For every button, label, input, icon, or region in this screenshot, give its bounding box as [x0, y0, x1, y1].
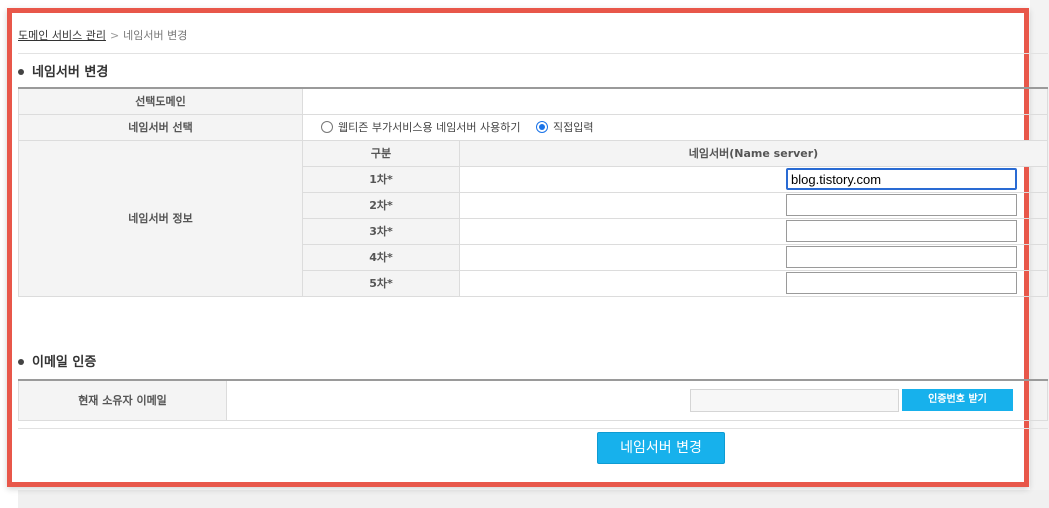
nameserver-row-input-cell: [459, 217, 1048, 245]
email-auth-table: 현재 소유자 이메일 인증번호 받기: [18, 379, 1048, 421]
nameserver-row-label: 2차*: [302, 191, 460, 219]
radio-direct-input[interactable]: 직접입력: [536, 119, 594, 135]
radio-webtizen-nameserver[interactable]: 웹티즌 부가서비스용 네임서버 사용하기: [321, 119, 521, 135]
divider: [18, 428, 1048, 429]
owner-email-label: 현재 소유자 이메일: [18, 379, 227, 421]
nameserver-row-label: 5차*: [302, 269, 460, 297]
page-background-bottom: [18, 490, 1049, 508]
radio-checked-icon[interactable]: [536, 120, 549, 133]
nameserver-row-input-cell: [459, 191, 1048, 219]
nameserver-info-label: 네임서버 정보: [18, 139, 303, 297]
column-header-nameserver: 네임서버(Name server): [459, 139, 1048, 167]
breadcrumb: 도메인 서비스 관리 > 네임서버 변경: [18, 27, 187, 43]
column-header-category: 구분: [302, 139, 460, 167]
nameserver-2-input[interactable]: [786, 194, 1017, 216]
nameserver-row-input-cell: [459, 243, 1048, 271]
nameserver-row-label: 1차*: [302, 165, 460, 193]
domain-label: 선택도메인: [18, 87, 303, 115]
nameserver-3-input[interactable]: [786, 220, 1017, 242]
breadcrumb-separator: >: [109, 29, 120, 42]
breadcrumb-parent-link[interactable]: 도메인 서비스 관리: [18, 29, 106, 42]
nameserver-row-input-cell: blog.tistory.com: [459, 165, 1048, 193]
nameserver-5-input[interactable]: [786, 272, 1017, 294]
breadcrumb-current: 네임서버 변경: [123, 29, 188, 42]
owner-email-cell: 인증번호 받기: [226, 379, 1048, 421]
radio-circle-icon[interactable]: [321, 120, 333, 133]
nameserver-row-input-cell: [459, 269, 1048, 297]
nameserver-row-label: 4차*: [302, 243, 460, 271]
owner-email-input[interactable]: [690, 388, 899, 412]
nameserver-4-input[interactable]: [786, 246, 1017, 268]
bullet-icon: [18, 358, 24, 365]
nameserver-1-input[interactable]: blog.tistory.com: [786, 168, 1017, 190]
bullet-icon: [18, 68, 24, 75]
nameserver-table: 선택도메인 네임서버 선택 웹티즌 부가서비스용 네임서버 사용하기 직접입력: [18, 87, 1048, 297]
section-title-nameserver: 네임서버 변경: [18, 61, 108, 80]
nameserver-select-label: 네임서버 선택: [18, 113, 303, 141]
divider: [18, 53, 1048, 54]
domain-value: [302, 87, 1048, 115]
change-nameserver-button[interactable]: 네임서버 변경: [597, 432, 725, 464]
nameserver-row-label: 3차*: [302, 217, 460, 245]
section-title-email: 이메일 인증: [18, 351, 96, 370]
nameserver-select-options: 웹티즌 부가서비스용 네임서버 사용하기 직접입력: [302, 113, 1048, 141]
get-verification-code-button[interactable]: 인증번호 받기: [902, 389, 1013, 412]
highlight-frame: 도메인 서비스 관리 > 네임서버 변경 네임서버 변경 선택도메인 네임서버 선택…: [7, 8, 1048, 487]
